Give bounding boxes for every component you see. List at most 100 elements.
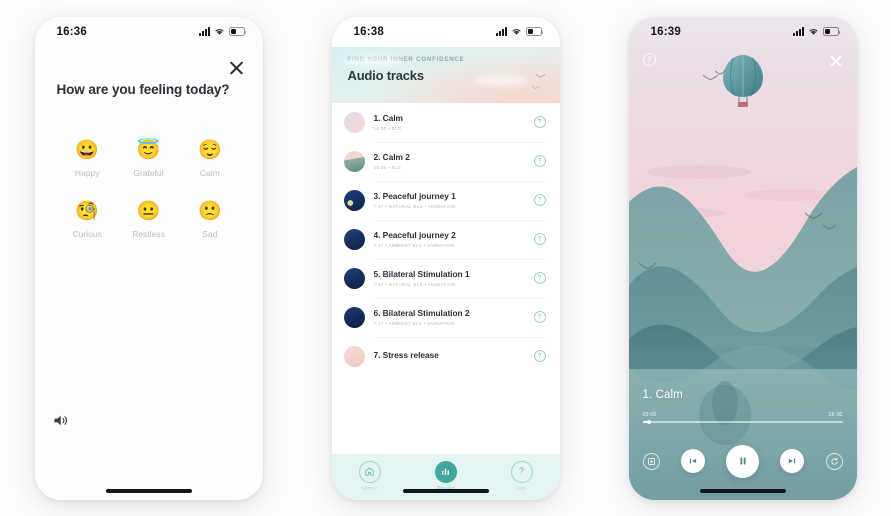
track-subtitle: 7:37 • AMBIENT BLS • ANIMATION <box>373 320 455 326</box>
tab-playlist[interactable]: Playlist <box>418 460 474 492</box>
mood-label: Calm <box>199 167 220 178</box>
track-row[interactable]: 7. Stress release ? <box>332 336 560 376</box>
help-icon[interactable]: ? <box>533 311 546 323</box>
mood-screen: 16:36 How are you feeling today? � <box>34 16 263 500</box>
now-playing-title: 1. Calm <box>642 388 683 401</box>
track-thumbnail <box>343 306 365 328</box>
battery-icon <box>822 27 840 36</box>
mood-option-curious[interactable]: 🧐 Curious <box>57 200 118 239</box>
status-time: 16:38 <box>353 25 384 38</box>
restless-emoji-icon: 😐 <box>136 200 161 222</box>
phone-player: 16:39 ? 1. Calm 00:05 16:30 <box>628 16 857 500</box>
help-icon[interactable]: ? <box>533 233 546 245</box>
help-icon[interactable]: ? <box>533 116 546 128</box>
track-meta: 5. Bilateral Stimulation 1 7:37 • NATURA… <box>374 269 525 287</box>
help-icon[interactable]: ? <box>533 155 546 167</box>
track-thumbnail <box>343 150 365 172</box>
curious-emoji-icon: 🧐 <box>75 200 99 222</box>
close-icon[interactable] <box>829 53 843 67</box>
player-screen: 16:39 ? 1. Calm 00:05 16:30 <box>628 16 857 500</box>
track-thumbnail <box>343 345 365 367</box>
help-icon[interactable]: ? <box>533 194 546 206</box>
help-icon[interactable]: ? <box>533 350 546 362</box>
track-row[interactable]: 6. Bilateral Stimulation 2 7:37 • AMBIEN… <box>332 297 560 337</box>
player-controls-panel: 1. Calm 00:05 16:30 <box>629 389 857 500</box>
home-indicator <box>105 488 192 493</box>
previous-icon[interactable] <box>680 449 705 473</box>
tab-info[interactable]: ? Info <box>494 460 550 492</box>
page-title: How are you feeling today? <box>56 81 230 97</box>
playlist-screen: 16:38 FIND YOUR INNER CONFIDENCE Audio t… <box>331 16 560 500</box>
track-thumbnail <box>343 111 365 133</box>
battery-icon <box>228 27 246 36</box>
save-track-icon[interactable] <box>642 452 660 470</box>
status-bar: 16:38 <box>332 17 560 47</box>
next-icon[interactable] <box>780 449 805 473</box>
bird-icon <box>535 73 545 78</box>
track-meta: 7. Stress release <box>374 350 525 363</box>
track-meta: 2. Calm 2 20:49 • BLS <box>374 152 525 170</box>
signal-icon <box>792 27 804 36</box>
mood-label: Happy <box>74 167 100 178</box>
mood-option-restless[interactable]: 😐 Restless <box>118 200 179 239</box>
track-meta: 1. Calm 16:30 • BLS <box>374 113 525 131</box>
speaker-icon[interactable] <box>53 413 70 428</box>
track-subtitle: 7:37 • NATURAL BLS • ANIMATION <box>373 281 456 287</box>
playlist-icon <box>434 460 457 483</box>
progress-bar[interactable] <box>642 419 843 424</box>
tab-label: Info <box>516 485 527 492</box>
close-icon[interactable] <box>228 59 245 76</box>
help-icon[interactable]: ? <box>533 272 546 284</box>
player-top-bar: ? <box>629 47 857 73</box>
transport-controls <box>642 444 843 478</box>
tab-home[interactable]: Home <box>342 460 398 492</box>
bird-icon <box>531 85 539 89</box>
status-indicators <box>495 27 543 36</box>
signal-icon <box>198 27 210 36</box>
mood-option-happy[interactable]: 😀 Happy <box>57 139 118 178</box>
info-icon: ? <box>510 460 533 483</box>
mood-body: How are you feeling today? 😀 Happy 😇 Gra… <box>35 47 263 500</box>
replay-icon[interactable] <box>825 452 843 470</box>
track-subtitle: 20:49 • BLS <box>373 164 402 170</box>
mood-label: Sad <box>202 228 218 239</box>
track-meta: 6. Bilateral Stimulation 2 7:37 • AMBIEN… <box>374 308 525 326</box>
help-icon[interactable]: ? <box>642 53 656 66</box>
wifi-icon <box>511 29 521 35</box>
status-indicators <box>792 27 840 36</box>
track-row[interactable]: 3. Peaceful journey 1 7:37 • NATURAL BLS… <box>332 180 560 220</box>
mood-grid: 😀 Happy 😇 Grateful 😌 Calm 🧐 Curious 😐 Re… <box>57 139 241 239</box>
track-thumbnail <box>343 228 365 250</box>
home-icon <box>358 460 381 483</box>
home-indicator <box>699 488 786 493</box>
phone-mood-check-in: 16:36 How are you feeling today? � <box>34 16 263 500</box>
track-row[interactable]: 4. Peaceful journey 2 7:37 • AMBIENT BLS… <box>332 219 560 259</box>
mood-option-calm[interactable]: 😌 Calm <box>179 139 240 178</box>
mood-label: Grateful <box>133 167 164 178</box>
track-title: 1. Calm <box>373 113 404 124</box>
playlist-hero-banner: FIND YOUR INNER CONFIDENCE Audio tracks <box>332 47 560 103</box>
phone-audio-tracks: 16:38 FIND YOUR INNER CONFIDENCE Audio t… <box>331 16 560 500</box>
track-title: 5. Bilateral Stimulation 1 <box>373 269 470 280</box>
status-indicators <box>198 27 246 36</box>
track-list[interactable]: 1. Calm 16:30 • BLS ? 2. Calm 2 20:49 • … <box>331 102 560 454</box>
pause-icon[interactable] <box>726 444 759 478</box>
progress-times: 00:05 16:30 <box>643 412 843 418</box>
status-time: 16:36 <box>56 25 87 38</box>
track-subtitle: 7:37 • AMBIENT BLS • ANIMATION <box>373 242 455 248</box>
track-subtitle: 16:30 • BLS <box>373 125 402 131</box>
elapsed-time: 00:05 <box>642 411 657 418</box>
mood-option-sad[interactable]: 🙁 Sad <box>179 200 240 239</box>
track-row[interactable]: 2. Calm 2 20:49 • BLS ? <box>332 141 560 181</box>
track-meta: 3. Peaceful journey 1 7:37 • NATURAL BLS… <box>374 191 525 209</box>
sad-emoji-icon: 🙁 <box>197 200 222 222</box>
track-row[interactable]: 5. Bilateral Stimulation 1 7:37 • NATURA… <box>332 258 560 298</box>
grateful-emoji-icon: 😇 <box>136 139 161 161</box>
mood-option-grateful[interactable]: 😇 Grateful <box>118 139 179 178</box>
cloud-decor <box>343 54 404 67</box>
cloud-decor <box>473 74 528 86</box>
battery-icon <box>525 27 543 36</box>
calm-emoji-icon: 😌 <box>197 139 222 161</box>
track-thumbnail <box>343 189 365 211</box>
track-row[interactable]: 1. Calm 16:30 • BLS ? <box>332 103 560 142</box>
